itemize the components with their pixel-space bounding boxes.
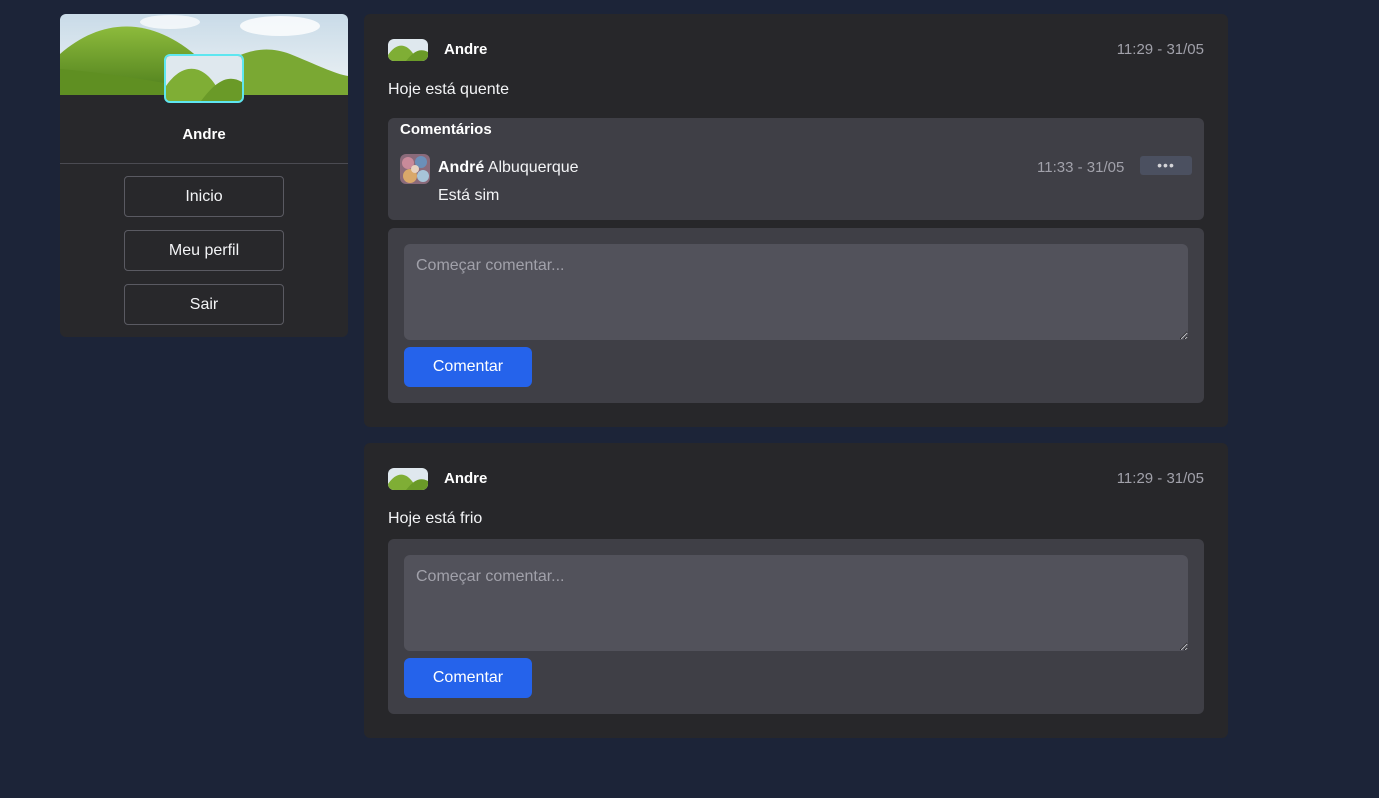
comment-input[interactable] (404, 244, 1188, 340)
post-text: Hoje está quente (388, 81, 509, 98)
comment-more-icon[interactable]: ••• (1140, 156, 1192, 175)
profile-sidebar: Andre Inicio Meu perfil Sair (60, 14, 348, 337)
post-text: Hoje está frio (388, 510, 483, 527)
comments-section: Comentários André Albuquerque 11:33 - 31… (388, 118, 1204, 220)
nav-home-button[interactable]: Inicio (124, 176, 284, 217)
comment-input[interactable] (404, 555, 1188, 651)
nav-profile-button[interactable]: Meu perfil (124, 230, 284, 271)
post-card: Andre 11:29 - 31/05 Hoje está quente Com… (364, 14, 1228, 427)
post-author-name[interactable]: Andre (444, 470, 487, 487)
profile-name: Andre (182, 126, 226, 143)
comment-form: Comentar (388, 539, 1204, 714)
post-author-name[interactable]: Andre (444, 41, 487, 58)
comment-submit-button[interactable]: Comentar (404, 347, 532, 387)
comments-title: Comentários (400, 121, 492, 138)
comment-timestamp: 11:33 - 31/05 (1037, 159, 1125, 176)
post-author-avatar[interactable] (388, 39, 428, 61)
sidebar-divider (60, 163, 348, 164)
post-timestamp: 11:29 - 31/05 (1116, 41, 1204, 58)
nav-logout-button[interactable]: Sair (124, 284, 284, 325)
comment-text: Está sim (438, 187, 500, 204)
comment-author[interactable]: André Albuquerque (438, 159, 579, 177)
post-card: Andre 11:29 - 31/05 Hoje está frio Comen… (364, 443, 1228, 738)
profile-avatar[interactable] (164, 54, 244, 103)
post-timestamp: 11:29 - 31/05 (1116, 470, 1204, 487)
comment-form: Comentar (388, 228, 1204, 403)
comment-submit-button[interactable]: Comentar (404, 658, 532, 698)
post-author-avatar[interactable] (388, 468, 428, 490)
commenter-avatar[interactable] (400, 154, 430, 184)
